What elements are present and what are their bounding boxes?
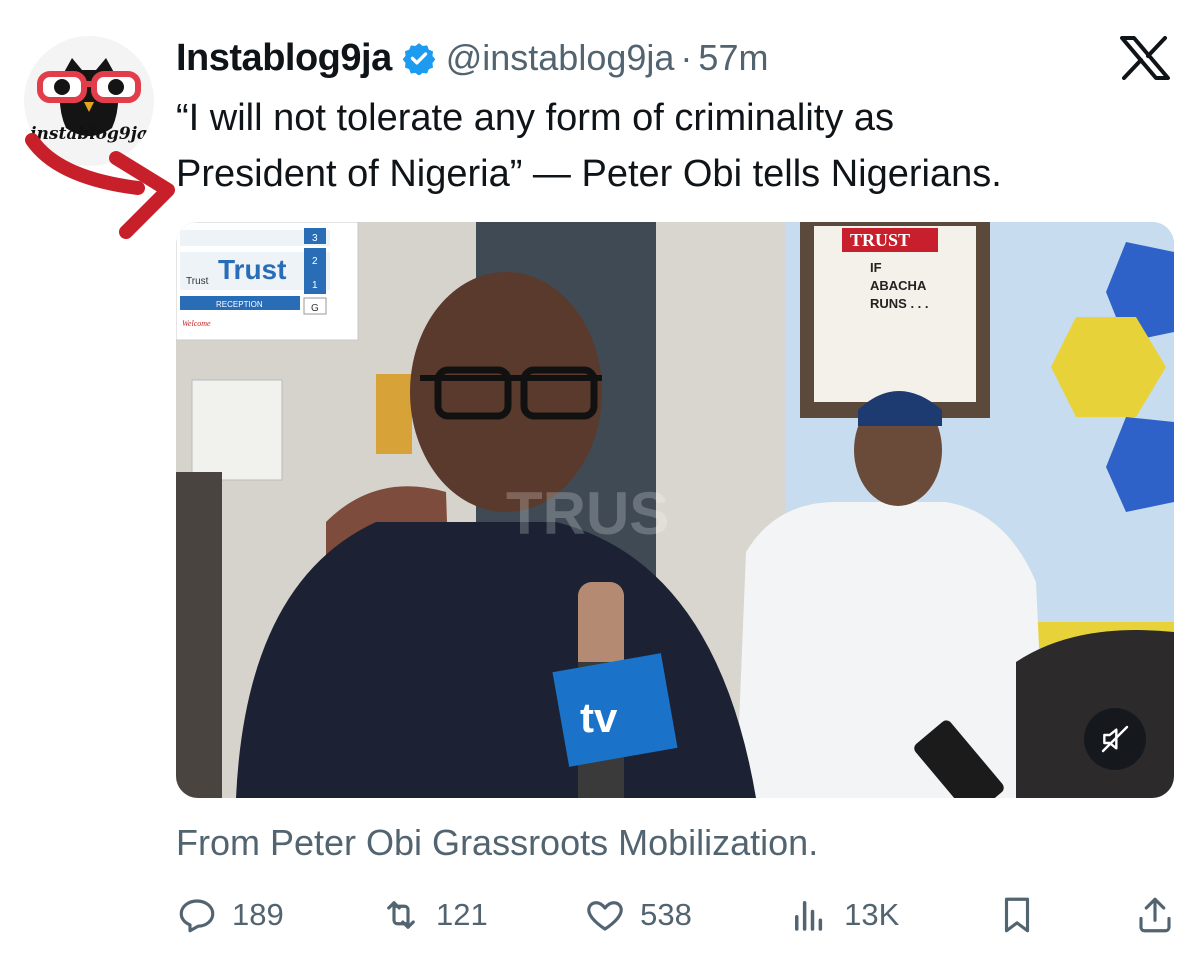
tweet-text-line: “I will not tolerate any form of crimina…: [176, 97, 895, 139]
tweet-text: “I will not tolerate any form of crimina…: [176, 90, 1166, 202]
bookmark-icon: [1004, 897, 1029, 933]
sign-floor-number: G: [311, 303, 319, 314]
views-button[interactable]: 13K: [788, 894, 899, 936]
x-logo-icon[interactable]: [1120, 36, 1170, 80]
repost-icon: [387, 901, 415, 929]
newspaper-headline: IF: [870, 260, 882, 275]
annotation-arrow-icon: [25, 133, 175, 239]
newspaper-headline: ABACHA: [870, 278, 927, 293]
repost-button[interactable]: 121: [380, 894, 488, 936]
reply-button[interactable]: 189: [176, 894, 284, 936]
sign-floor-number: 2: [312, 256, 318, 267]
sign-floor-number: 1: [312, 280, 318, 291]
timestamp[interactable]: 57m: [698, 37, 768, 79]
share-button[interactable]: [1134, 894, 1176, 936]
reply-count: 189: [232, 897, 284, 932]
views-count: 13K: [844, 897, 900, 932]
like-count: 538: [640, 897, 692, 932]
tweet-video[interactable]: Trust Trust RECEPTION Welcome 3 2 1 G TR…: [176, 222, 1174, 798]
newspaper-masthead: TRUST: [850, 230, 910, 250]
sign-trust-small: Trust: [186, 276, 209, 287]
newspaper-headline: RUNS . . .: [870, 296, 929, 311]
tweet-text-line: President of Nigeria” — Peter Obi tells …: [176, 153, 1002, 195]
user-handle[interactable]: @instablog9ja: [446, 37, 675, 79]
views-icon: [795, 901, 823, 931]
separator-dot: ·: [680, 37, 693, 78]
mute-icon: [1101, 725, 1129, 753]
like-button[interactable]: 538: [584, 894, 692, 936]
display-name[interactable]: Instablog9ja: [176, 37, 392, 80]
share-icon: [1139, 897, 1171, 933]
reply-icon: [179, 899, 215, 933]
video-frame: Trust Trust RECEPTION Welcome 3 2 1 G TR…: [176, 222, 1174, 798]
sign-trust-board: Trust: [218, 254, 286, 285]
bookmark-button[interactable]: [996, 894, 1038, 936]
verified-badge-icon[interactable]: [402, 41, 436, 75]
tweet-header: Instablog9ja @instablog9ja · 57m: [176, 32, 768, 84]
video-watermark: TRUS: [506, 480, 669, 547]
mic-flag-logo: tv: [580, 694, 618, 741]
sign-reception: RECEPTION: [216, 300, 263, 309]
heart-icon: [587, 901, 623, 931]
repost-count: 121: [436, 897, 488, 932]
mute-button[interactable]: [1084, 708, 1146, 770]
sign-welcome: Welcome: [182, 319, 211, 328]
sign-floor-number: 3: [312, 233, 318, 244]
media-caption: From Peter Obi Grassroots Mobilization.: [176, 822, 819, 863]
tweet-action-bar: 189 121 538 13K: [176, 890, 1176, 940]
